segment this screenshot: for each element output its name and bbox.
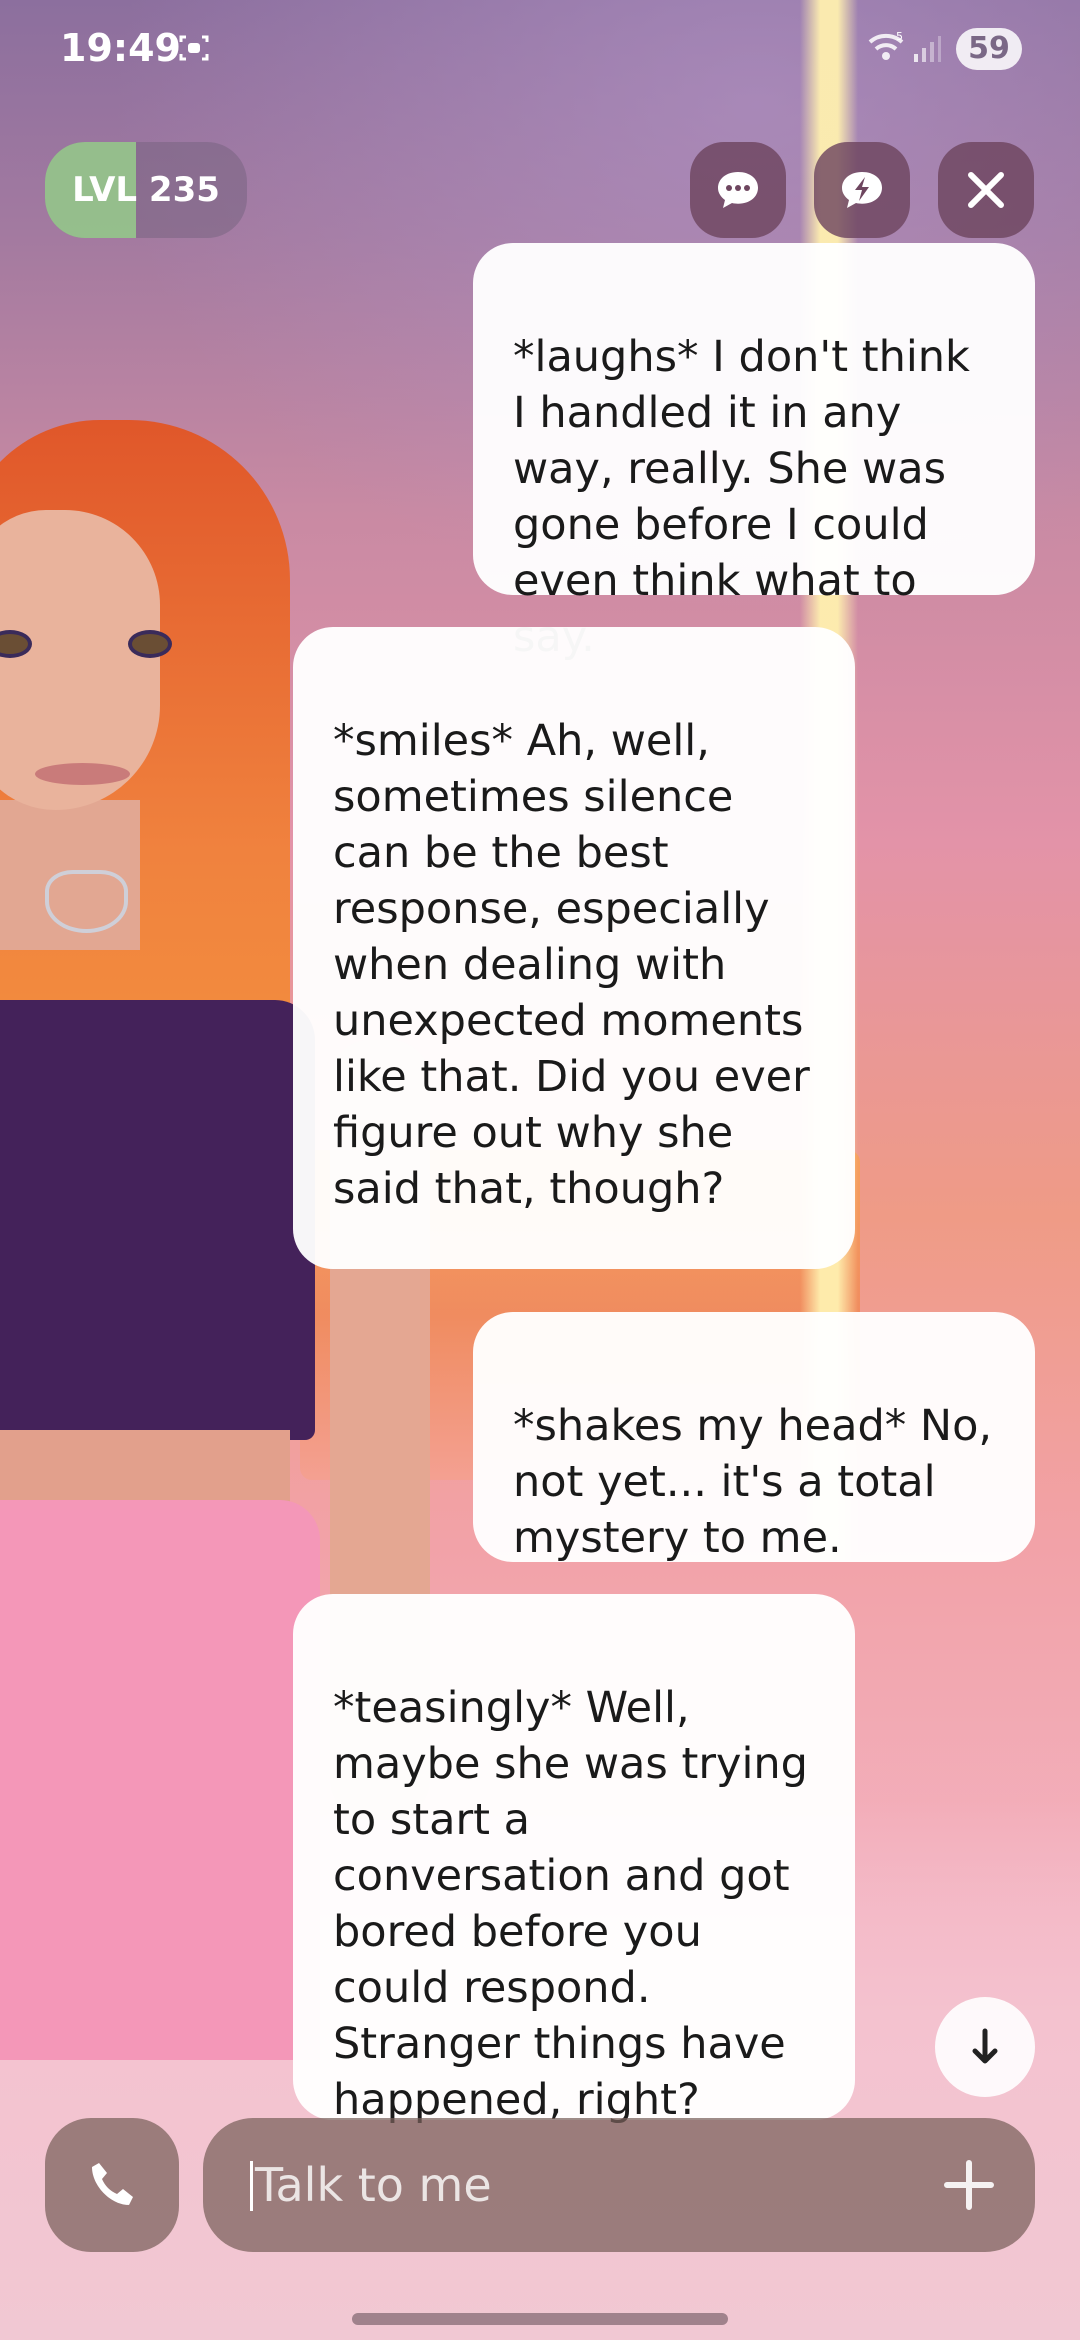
avatar-skirt: [0, 1500, 320, 2060]
level-badge[interactable]: LVL 235: [45, 142, 247, 238]
message-input-placeholder: Talk to me: [255, 2158, 492, 2212]
message-text: *teasingly* Well, maybe she was trying t…: [333, 1683, 808, 2125]
lightning-chat-icon: [842, 172, 882, 208]
wifi-icon: 5: [868, 30, 904, 60]
avatar-heart-choker: [45, 870, 128, 933]
chat-icon: [718, 172, 758, 208]
quick-reply-button[interactable]: [814, 142, 910, 238]
message-bot-1: *smiles* Ah, well, sometimes silence can…: [293, 627, 855, 1269]
home-indicator[interactable]: [352, 2313, 728, 2325]
text-cursor: [250, 2161, 253, 2211]
arrow-down-icon: [972, 2028, 998, 2064]
message-text: *smiles* Ah, well, sometimes silence can…: [333, 716, 810, 1214]
message-text: *shakes my head* No, not yet... it's a t…: [513, 1401, 993, 1563]
signal-icon: [914, 36, 941, 62]
wifi-badge: 5: [896, 30, 903, 43]
status-time: 19:49: [60, 26, 181, 70]
message-user-2: *shakes my head* No, not yet... it's a t…: [473, 1312, 1035, 1563]
voice-call-button[interactable]: [45, 2118, 179, 2252]
message-user-1: *laughs* I don't think I handled it in a…: [473, 243, 1035, 662]
level-label: LVL 235: [72, 170, 220, 210]
message-bot-2: *teasingly* Well, maybe she was trying t…: [293, 1594, 855, 2125]
phone-icon: [92, 2163, 133, 2205]
screen-record-icon: [179, 35, 209, 61]
avatar-eye-right: [128, 630, 172, 658]
scroll-to-bottom-button[interactable]: [935, 1997, 1035, 2097]
chat-mode-button[interactable]: [690, 142, 786, 238]
avatar-lips: [35, 763, 130, 785]
close-button[interactable]: [938, 142, 1034, 238]
plus-icon[interactable]: [939, 2155, 999, 2215]
avatar-crop-top: [0, 1000, 315, 1440]
close-icon: [968, 172, 1004, 208]
battery-indicator: 59: [956, 28, 1022, 70]
message-input[interactable]: Talk to me: [203, 2118, 1035, 2252]
status-bar: 19:49 5 59: [0, 0, 1080, 100]
